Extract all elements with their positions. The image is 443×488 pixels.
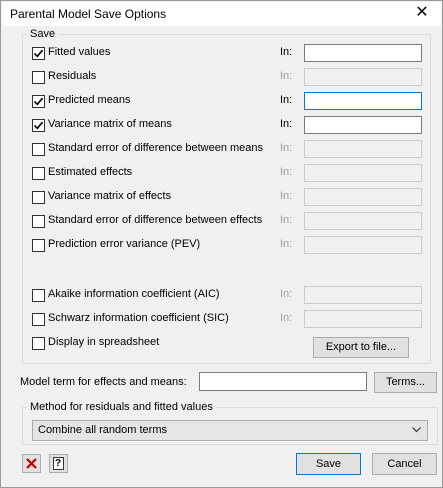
predicted-means-label: Predicted means: [48, 94, 131, 106]
help-icon: ?: [53, 457, 64, 470]
title-bar: Parental Model Save Options ✕: [2, 2, 441, 26]
fitted-values-in-label: In:: [280, 46, 293, 58]
method-group-label: Method for residuals and fitted values: [27, 401, 216, 413]
akaike-information-coefficient-aic-in-field: [304, 286, 422, 304]
estimated-effects-in-field: [304, 164, 422, 182]
predicted-means-in-field[interactable]: [304, 92, 422, 110]
display-in-spreadsheet-checkbox[interactable]: [32, 337, 45, 350]
akaike-information-coefficient-aic-label: Akaike information coefficient (AIC): [48, 288, 220, 300]
standard-error-of-difference-between-means-in-field: [304, 140, 422, 158]
option-row-variance-matrix-of-effects: Variance matrix of effects In:: [32, 188, 427, 207]
option-row-schwarz-information-coefficient-sic: Schwarz information coefficient (SIC) In:: [32, 310, 427, 329]
variance-matrix-of-means-checkbox[interactable]: [32, 119, 45, 132]
standard-error-of-difference-between-effects-label: Standard error of difference between eff…: [48, 214, 263, 226]
standard-error-of-difference-between-means-in-label: In:: [280, 142, 293, 154]
akaike-information-coefficient-aic-checkbox[interactable]: [32, 289, 45, 302]
save-group-label: Save: [27, 28, 59, 40]
estimated-effects-in-label: In:: [280, 166, 293, 178]
clear-button[interactable]: [22, 454, 41, 473]
method-select-value: Combine all random terms: [38, 424, 167, 436]
standard-error-of-difference-between-means-checkbox[interactable]: [32, 143, 45, 156]
fitted-values-checkbox[interactable]: [32, 47, 45, 60]
residuals-in-field: [304, 68, 422, 86]
display-in-spreadsheet-row: Display in spreadsheet: [32, 335, 232, 353]
estimated-effects-checkbox[interactable]: [32, 167, 45, 180]
option-row-standard-error-of-difference-between-effects: Standard error of difference between eff…: [32, 212, 427, 231]
residuals-in-label: In:: [280, 70, 293, 82]
option-row-residuals: Residuals In:: [32, 68, 427, 87]
help-glyph: ?: [55, 458, 62, 469]
residuals-checkbox[interactable]: [32, 71, 45, 84]
option-row-akaike-information-coefficient-aic: Akaike information coefficient (AIC) In:: [32, 286, 427, 305]
schwarz-information-coefficient-sic-in-label: In:: [280, 312, 293, 324]
prediction-error-variance-pev-label: Prediction error variance (PEV): [48, 238, 201, 250]
predicted-means-in-label: In:: [280, 94, 293, 106]
help-button[interactable]: ?: [49, 454, 68, 473]
schwarz-information-coefficient-sic-label: Schwarz information coefficient (SIC): [48, 312, 229, 324]
save-group: Save Fitted values In: Residuals In: Predict…: [22, 28, 431, 364]
prediction-error-variance-pev-in-field: [304, 236, 422, 254]
schwarz-information-coefficient-sic-in-field: [304, 310, 422, 328]
residuals-label: Residuals: [48, 70, 97, 82]
variance-matrix-of-effects-in-field: [304, 188, 422, 206]
chevron-down-icon: [412, 427, 421, 433]
variance-matrix-of-means-label: Variance matrix of means: [48, 118, 172, 130]
model-term-label: Model term for effects and means:: [20, 376, 187, 388]
parental-model-save-options-dialog: Parental Model Save Options ✕ Save Fitte…: [0, 0, 443, 488]
fitted-values-in-field[interactable]: [304, 44, 422, 62]
schwarz-information-coefficient-sic-checkbox[interactable]: [32, 313, 45, 326]
option-row-standard-error-of-difference-between-means: Standard error of difference between mea…: [32, 140, 427, 159]
save-button[interactable]: Save: [296, 453, 361, 475]
window-title: Parental Model Save Options: [10, 7, 167, 21]
standard-error-of-difference-between-means-label: Standard error of difference between mea…: [48, 142, 264, 154]
variance-matrix-of-effects-in-label: In:: [280, 190, 293, 202]
predicted-means-checkbox[interactable]: [32, 95, 45, 108]
method-select[interactable]: Combine all random terms: [32, 420, 428, 441]
prediction-error-variance-pev-checkbox[interactable]: [32, 239, 45, 252]
standard-error-of-difference-between-effects-in-label: In:: [280, 214, 293, 226]
terms-button[interactable]: Terms...: [374, 372, 437, 393]
export-to-file-button[interactable]: Export to file...: [313, 337, 409, 358]
option-row-fitted-values: Fitted values In:: [32, 44, 427, 63]
display-in-spreadsheet-label: Display in spreadsheet: [48, 336, 160, 348]
method-group: Method for residuals and fitted values C…: [22, 401, 438, 445]
close-icon[interactable]: ✕: [413, 4, 431, 22]
option-row-estimated-effects: Estimated effects In:: [32, 164, 427, 183]
variance-matrix-of-effects-label: Variance matrix of effects: [48, 190, 172, 202]
fitted-values-label: Fitted values: [48, 46, 111, 58]
variance-matrix-of-effects-checkbox[interactable]: [32, 191, 45, 204]
estimated-effects-label: Estimated effects: [48, 166, 133, 178]
standard-error-of-difference-between-effects-in-field: [304, 212, 422, 230]
prediction-error-variance-pev-in-label: In:: [280, 238, 293, 250]
variance-matrix-of-means-in-field[interactable]: [304, 116, 422, 134]
model-term-input[interactable]: [199, 372, 367, 391]
cancel-button[interactable]: Cancel: [372, 453, 437, 475]
option-row-variance-matrix-of-means: Variance matrix of means In:: [32, 116, 427, 135]
standard-error-of-difference-between-effects-checkbox[interactable]: [32, 215, 45, 228]
akaike-information-coefficient-aic-in-label: In:: [280, 288, 293, 300]
variance-matrix-of-means-in-label: In:: [280, 118, 293, 130]
option-row-predicted-means: Predicted means In:: [32, 92, 427, 111]
red-x-icon: [26, 458, 37, 469]
option-row-prediction-error-variance-pev: Prediction error variance (PEV) In:: [32, 236, 427, 255]
